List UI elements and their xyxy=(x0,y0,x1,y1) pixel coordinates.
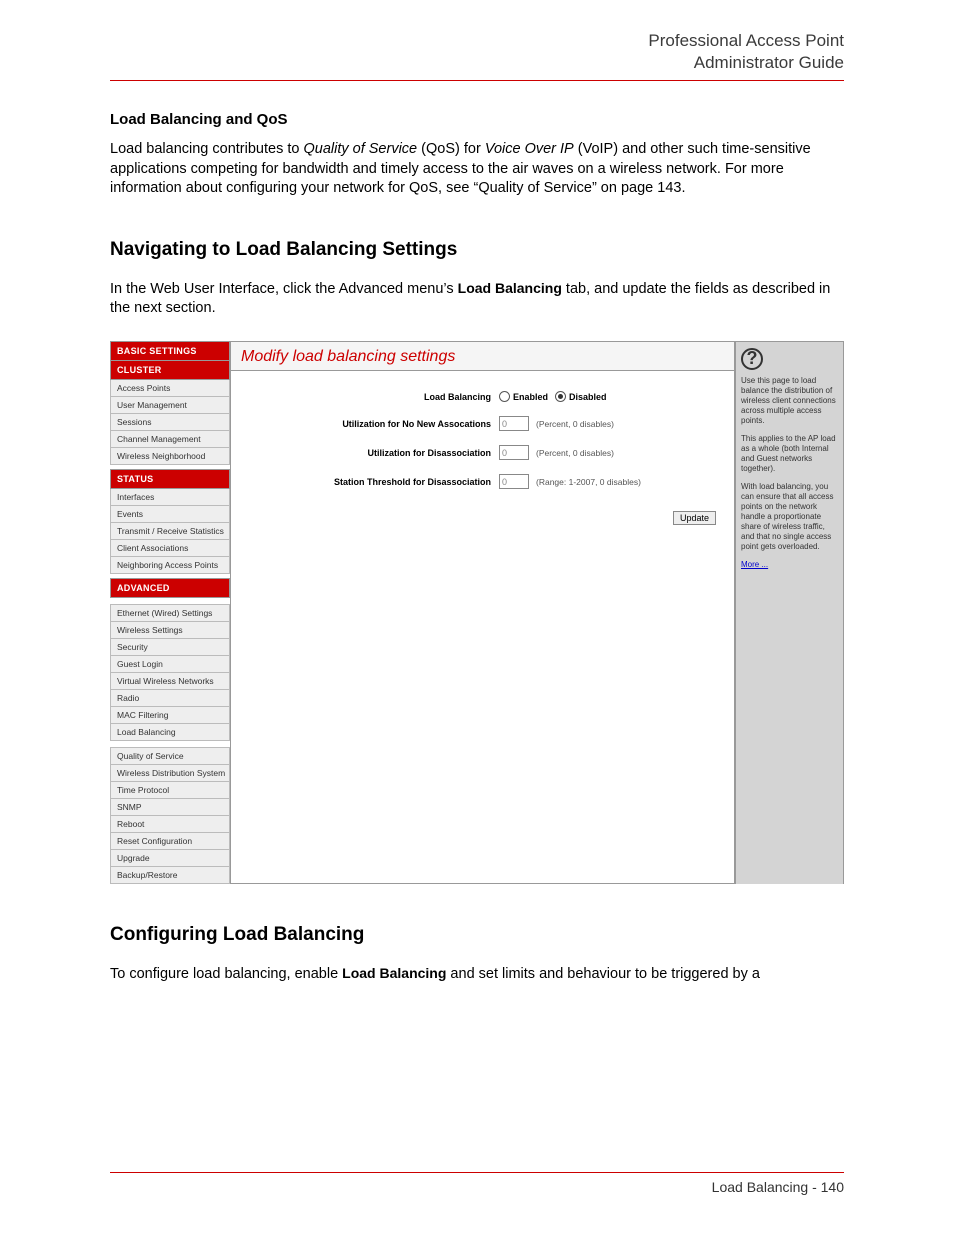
nav-mac-filtering[interactable]: MAC Filtering xyxy=(110,707,230,724)
nav-basic-settings[interactable]: BASIC SETTINGS xyxy=(110,341,230,361)
nav-snmp[interactable]: SNMP xyxy=(110,799,230,816)
nav-sessions[interactable]: Sessions xyxy=(110,414,230,431)
help-icon: ? xyxy=(741,348,763,370)
nav-reset-config[interactable]: Reset Configuration xyxy=(110,833,230,850)
footer-rule xyxy=(110,1172,844,1173)
hint-util-dis: (Percent, 0 disables) xyxy=(536,448,614,458)
input-util-dis[interactable] xyxy=(499,445,529,460)
doc-title-line1: Professional Access Point xyxy=(648,31,844,50)
input-util-no-new[interactable] xyxy=(499,416,529,431)
nav-channel-management[interactable]: Channel Management xyxy=(110,431,230,448)
radio-enabled-label: Enabled xyxy=(513,392,548,402)
help-more-link[interactable]: More ... xyxy=(741,560,768,569)
help-text-2: This applies to the AP load as a whole (… xyxy=(741,434,838,474)
nav-advanced-header[interactable]: ADVANCED xyxy=(110,578,230,598)
header-rule xyxy=(110,80,844,81)
nav-reboot[interactable]: Reboot xyxy=(110,816,230,833)
page-footer: Load Balancing - 140 xyxy=(110,1179,844,1195)
label-util-no-new: Utilization for No New Assocations xyxy=(241,419,499,429)
heading-navigating: Navigating to Load Balancing Settings xyxy=(110,239,844,261)
nav-radio[interactable]: Radio xyxy=(110,690,230,707)
nav-interfaces[interactable]: Interfaces xyxy=(110,489,230,506)
nav-virtual-wireless[interactable]: Virtual Wireless Networks xyxy=(110,673,230,690)
update-button[interactable]: Update xyxy=(673,511,716,525)
nav-client-associations[interactable]: Client Associations xyxy=(110,540,230,557)
nav-wireless-neighborhood[interactable]: Wireless Neighborhood xyxy=(110,448,230,465)
label-station-thresh: Station Threshold for Disassociation xyxy=(241,477,499,487)
nav-access-points[interactable]: Access Points xyxy=(110,380,230,397)
hint-station-thresh: (Range: 1-2007, 0 disables) xyxy=(536,477,641,487)
panel-title: Modify load balancing settings xyxy=(231,342,734,371)
radio-enabled[interactable] xyxy=(499,391,510,402)
nav-wireless-settings[interactable]: Wireless Settings xyxy=(110,622,230,639)
help-panel: ? Use this page to load balance the dist… xyxy=(735,342,843,884)
nav-qos[interactable]: Quality of Service xyxy=(110,747,230,765)
nav-cluster-header[interactable]: CLUSTER xyxy=(110,361,230,380)
nav-load-balancing[interactable]: Load Balancing xyxy=(110,724,230,741)
paragraph-navigating: In the Web User Interface, click the Adv… xyxy=(110,279,844,319)
label-util-dis: Utilization for Disassociation xyxy=(241,448,499,458)
nav-tx-rx-stats[interactable]: Transmit / Receive Statistics xyxy=(110,523,230,540)
heading-configuring: Configuring Load Balancing xyxy=(110,924,844,946)
subsection-title: Load Balancing and QoS xyxy=(110,111,844,128)
nav-time-protocol[interactable]: Time Protocol xyxy=(110,782,230,799)
radio-disabled[interactable] xyxy=(555,391,566,402)
hint-util-no-new: (Percent, 0 disables) xyxy=(536,419,614,429)
nav-backup-restore[interactable]: Backup/Restore xyxy=(110,867,230,884)
doc-title-line2: Administrator Guide xyxy=(694,53,844,72)
paragraph-configuring: To configure load balancing, enable Load… xyxy=(110,964,844,985)
nav-neighboring-aps[interactable]: Neighboring Access Points xyxy=(110,557,230,574)
nav-security[interactable]: Security xyxy=(110,639,230,656)
radio-disabled-label: Disabled xyxy=(569,392,607,402)
nav-wds[interactable]: Wireless Distribution System xyxy=(110,765,230,782)
nav-events[interactable]: Events xyxy=(110,506,230,523)
nav-status-header[interactable]: STATUS xyxy=(110,469,230,489)
nav-ethernet-settings[interactable]: Ethernet (Wired) Settings xyxy=(110,604,230,622)
input-station-thresh[interactable] xyxy=(499,474,529,489)
nav-guest-login[interactable]: Guest Login xyxy=(110,656,230,673)
nav-user-management[interactable]: User Management xyxy=(110,397,230,414)
embedded-screenshot: BASIC SETTINGS CLUSTER Access Points Use… xyxy=(110,341,844,884)
main-panel: Modify load balancing settings Load Bala… xyxy=(230,342,735,884)
help-text-3: With load balancing, you can ensure that… xyxy=(741,482,838,552)
help-text-1: Use this page to load balance the distri… xyxy=(741,376,838,426)
nav-upgrade[interactable]: Upgrade xyxy=(110,850,230,867)
paragraph-qos: Load balancing contributes to Quality of… xyxy=(110,140,844,199)
label-load-balancing: Load Balancing xyxy=(241,392,499,402)
sidebar: BASIC SETTINGS CLUSTER Access Points Use… xyxy=(110,341,230,884)
